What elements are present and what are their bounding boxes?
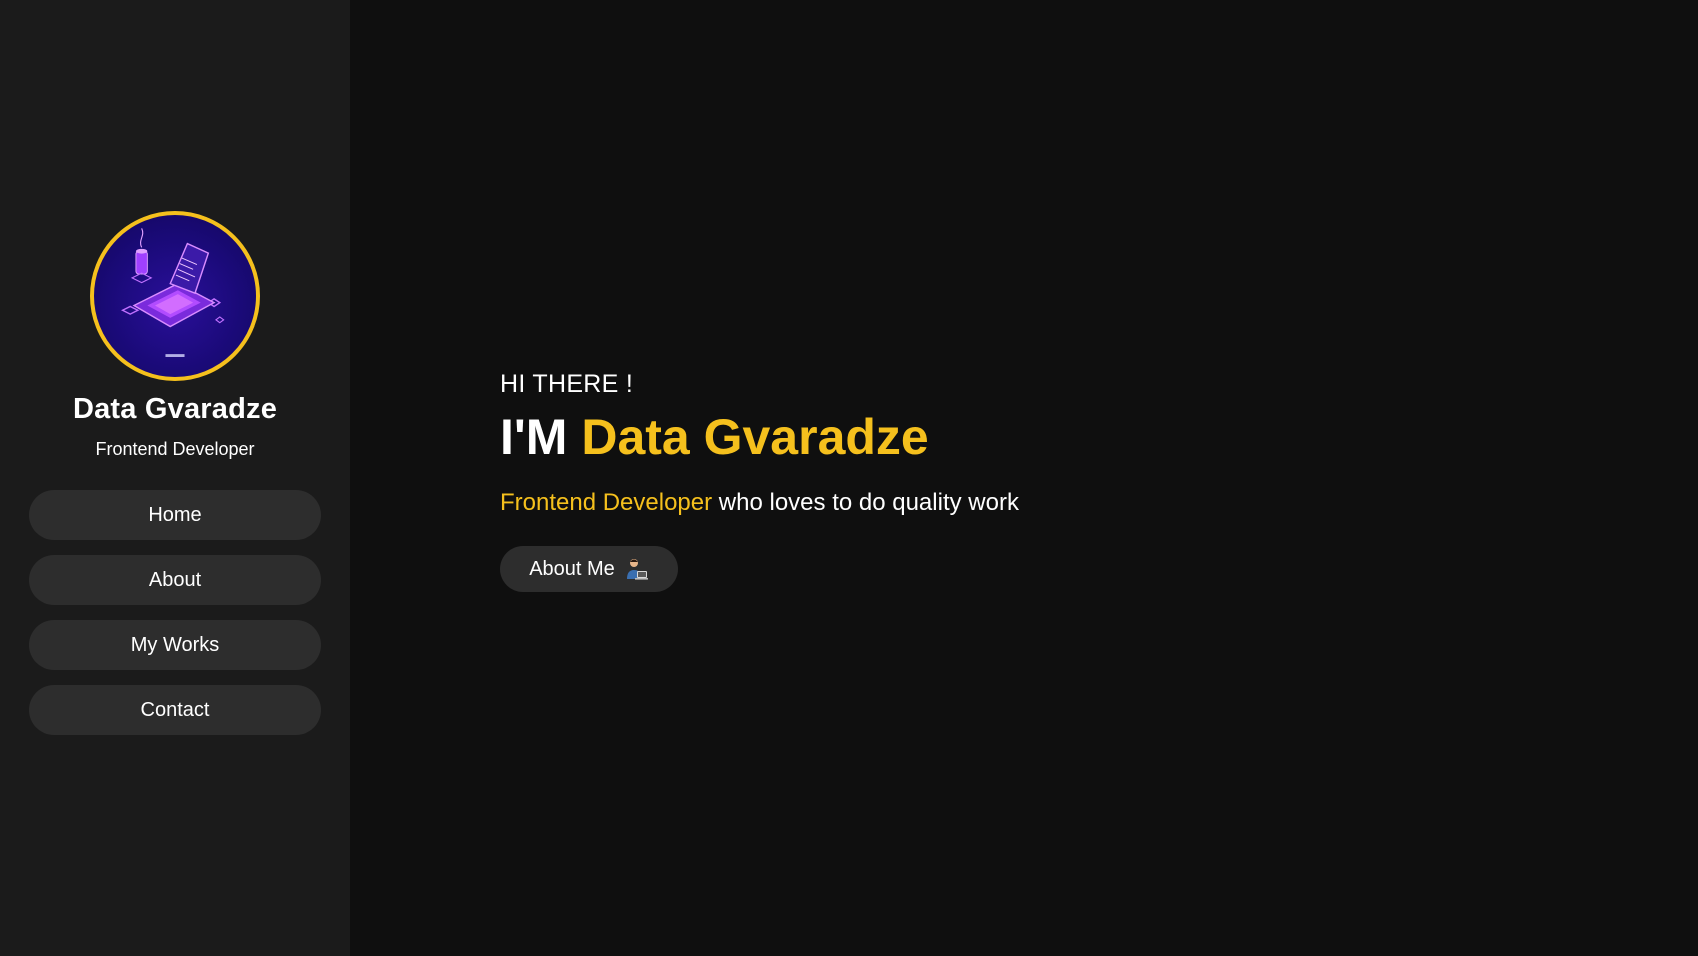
hero-headline-name: Data Gvaradze (581, 409, 929, 465)
avatar (90, 211, 260, 381)
hero-tagline-rest: who loves to do quality work (718, 489, 1019, 516)
profile-name: Data Gvaradze (72, 393, 278, 425)
nav-item-contact[interactable]: Contact (29, 685, 321, 735)
laptop-illustration-icon (120, 228, 225, 357)
nav-item-about[interactable]: About (29, 555, 321, 605)
nav-item-home[interactable]: Home (29, 490, 321, 540)
hero-section: HI THERE ! I'M Data Gvaradze Frontend De… (350, 0, 1698, 956)
hero-headline-prefix: I'M (500, 409, 568, 465)
sidebar: Data Gvaradze Frontend Developer Home Ab… (0, 0, 350, 956)
hero-tagline-role: Frontend Developer (500, 489, 713, 516)
hero-headline: I'M Data Gvaradze (500, 408, 929, 466)
technologist-icon (625, 557, 649, 581)
about-me-button-label: About Me (529, 557, 615, 580)
page: Data Gvaradze Frontend Developer Home Ab… (0, 0, 1698, 956)
hero-greeting: HI THERE ! (500, 370, 634, 398)
hero-tagline: Frontend Developer who loves to do quali… (500, 489, 1019, 517)
about-me-button[interactable]: About Me (500, 546, 678, 592)
nav-item-my-works[interactable]: My Works (29, 620, 321, 670)
profile-role: Frontend Developer (95, 439, 255, 459)
sidebar-nav: Home About My Works Contact (29, 490, 321, 750)
